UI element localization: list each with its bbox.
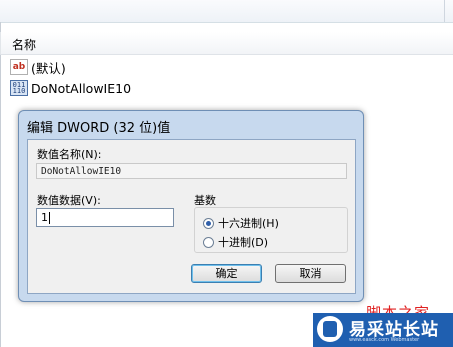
radio-decimal[interactable]: 十进制(D) [203,234,268,250]
column-header[interactable]: 名称 [0,32,453,55]
list-item[interactable]: ab (默认) [10,58,66,76]
cancel-button[interactable]: 取消 [275,264,346,283]
value-name-field: DoNotAllowIE10 [36,163,347,179]
list-item[interactable]: 011 110 DoNotAllowIE10 [10,79,131,97]
base-group: 十六进制(H) 十进制(D) [194,207,348,253]
watermark-badge: 易采站长站 www.easck.com Webmaster [313,313,453,347]
radio-decimal-button[interactable] [203,236,214,248]
watermark-logo-icon [317,316,343,342]
value-name-label: 数值名称(N): [37,148,102,161]
binary-value-icon: 011 110 [10,80,28,96]
value-name: (默认) [31,60,66,76]
base-label: 基数 [194,194,216,207]
divider [444,0,445,22]
value-name: DoNotAllowIE10 [31,80,132,96]
ok-button[interactable]: 确定 [191,264,262,283]
radio-hex-button[interactable] [203,217,214,229]
radio-decimal-label: 十进制(D) [218,236,269,249]
name-column-header[interactable]: 名称 [12,36,36,53]
value-data-text: 1 [41,211,48,224]
value-data-label: 数值数据(V): [37,194,101,207]
string-value-icon: ab [10,59,28,75]
pane-border [0,22,1,347]
edit-dword-dialog: 编辑 DWORD (32 位)值 数值名称(N): DoNotAllowIE10… [18,110,364,302]
watermark-tagline: www.easck.com Webmaster [349,337,420,343]
value-data-input[interactable]: 1 [36,208,174,227]
radio-hex[interactable]: 十六进制(H) [203,215,279,231]
radio-hex-label: 十六进制(H) [218,217,279,230]
column-separator [0,32,1,54]
dialog-title: 编辑 DWORD (32 位)值 [27,121,171,136]
text-caret [49,212,50,224]
dialog-body: 数值名称(N): DoNotAllowIE10 数值数据(V): 1 基数 十六… [27,139,356,294]
toolbar-strip [0,0,453,23]
